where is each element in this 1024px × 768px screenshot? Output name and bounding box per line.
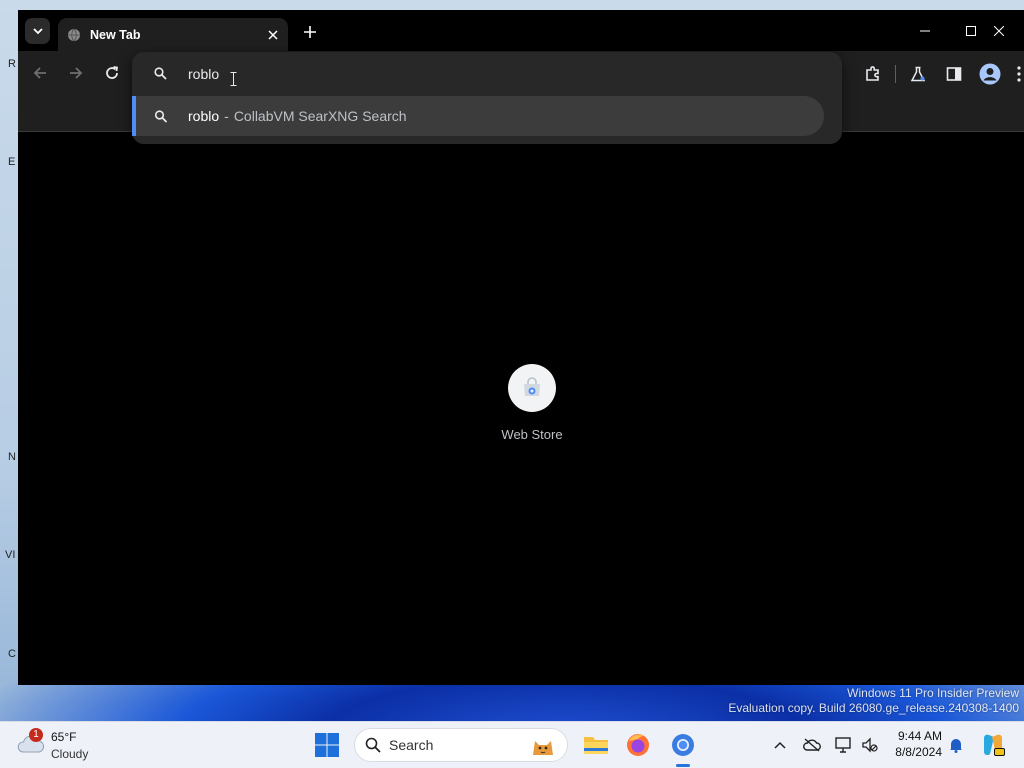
taskbar-search[interactable]: Search [354,728,568,762]
minimize-icon [920,30,930,31]
globe-icon [68,28,80,41]
desktop-icon-label[interactable]: VI [5,549,15,561]
toolbar-actions [855,61,1024,87]
shortcut-tile [508,364,556,412]
search-icon [154,109,168,123]
search-highlight-icon [533,741,553,755]
show-hidden-icons-button[interactable] [770,735,790,755]
side-panel-icon [946,67,962,81]
weather-temperature: 65°F [51,730,77,744]
extensions-button[interactable] [855,61,891,87]
minimize-button[interactable] [902,10,948,51]
maximize-icon [966,25,976,36]
watermark-edition: Windows 11 Pro Insider Preview [847,686,1019,700]
start-button[interactable] [313,731,341,759]
cloud-offline-icon [803,738,821,752]
browser-window: New Tab Web Store roblo roblo - CollabVM… [18,10,1024,685]
omnibox [132,52,842,96]
watermark-build: Evaluation copy. Build 26080.ge_release.… [728,701,1019,715]
desktop-icon-label[interactable]: C [8,648,16,660]
desktop-icon-label[interactable]: N [8,451,16,463]
text-cursor-icon [230,72,237,86]
suggestion-query: roblo [188,108,220,124]
desktop-icon-label[interactable]: R [8,58,16,70]
window-controls [902,10,1024,51]
suggestion-separator: - [224,108,229,124]
chevron-down-icon [32,28,43,35]
tab-strip: New Tab [18,10,1024,51]
new-tab-button[interactable] [298,20,322,44]
search-icon [154,67,167,80]
chrome-icon [672,734,694,756]
weather-condition: Cloudy [51,747,89,761]
windows-logo-icon [315,733,339,757]
side-panel-button[interactable] [936,61,972,87]
close-tab-button[interactable] [262,24,284,46]
new-tab-page: Web Store [18,132,1024,685]
weather-alert-badge: 1 [29,728,43,742]
labs-button[interactable] [900,61,936,87]
clock-time: 9:44 AM [897,729,942,743]
taskbar: 1 65°F Cloudy Search 9:44 AM 8/8/2024 [0,721,1024,768]
close-icon [994,25,1004,36]
weather-widget[interactable]: 1 65°F Cloudy [16,728,126,764]
firefox-taskbar-button[interactable] [622,729,654,761]
forward-button[interactable] [65,62,87,84]
selection-accent [132,96,136,136]
close-window-button[interactable] [994,10,1024,51]
active-app-indicator [676,764,690,767]
avatar-icon [979,63,1001,85]
taskbar-search-label: Search [389,737,434,753]
file-explorer-taskbar-button[interactable] [580,729,612,761]
clock-date: 8/8/2024 [895,745,942,759]
back-button[interactable] [29,62,51,84]
puzzle-icon [866,66,879,81]
copilot-icon [984,734,1005,756]
web-store-icon [524,377,540,396]
firefox-icon [627,734,649,756]
folder-icon [584,737,608,754]
notifications-button[interactable] [946,735,966,755]
taskbar-clock[interactable]: 9:44 AM 8/8/2024 [892,728,942,760]
close-icon [268,29,278,40]
plus-icon [304,26,316,38]
omnibox-dropdown: roblo - CollabVM SearXNG Search [132,52,842,144]
display-icon [835,737,851,753]
omnibox-suggestion[interactable]: roblo - CollabVM SearXNG Search [132,96,824,136]
chevron-up-icon [774,741,786,749]
arrow-left-icon [33,67,46,79]
shortcut-label: Web Store [501,427,563,442]
copilot-button[interactable] [980,732,1006,758]
address-bar-input[interactable] [188,63,788,85]
desktop-icon-label[interactable]: E [8,156,15,168]
search-icon [365,737,381,753]
menu-button[interactable] [1008,61,1024,87]
maximize-button[interactable] [948,10,994,51]
arrow-right-icon [70,67,83,79]
onedrive-tray-icon[interactable] [802,735,822,755]
toolbar-separator [895,65,896,83]
chrome-taskbar-button[interactable] [667,729,699,761]
desktop-icons: R E N VI C [0,0,18,720]
tab-new-tab[interactable]: New Tab [58,18,288,51]
tab-search-button[interactable] [25,18,50,44]
reload-icon [106,66,119,79]
volume-tray-icon[interactable] [860,735,880,755]
flask-icon [910,66,926,82]
tab-title: New Tab [90,27,141,42]
shortcut-web-store[interactable]: Web Store [490,364,574,442]
network-tray-icon[interactable] [834,735,854,755]
speaker-muted-icon [862,737,878,753]
profile-button[interactable] [972,61,1008,87]
bell-icon [950,739,962,753]
suggestion-provider: CollabVM SearXNG Search [233,108,407,124]
kebab-menu-icon [1017,66,1021,82]
reload-button[interactable] [101,62,123,84]
